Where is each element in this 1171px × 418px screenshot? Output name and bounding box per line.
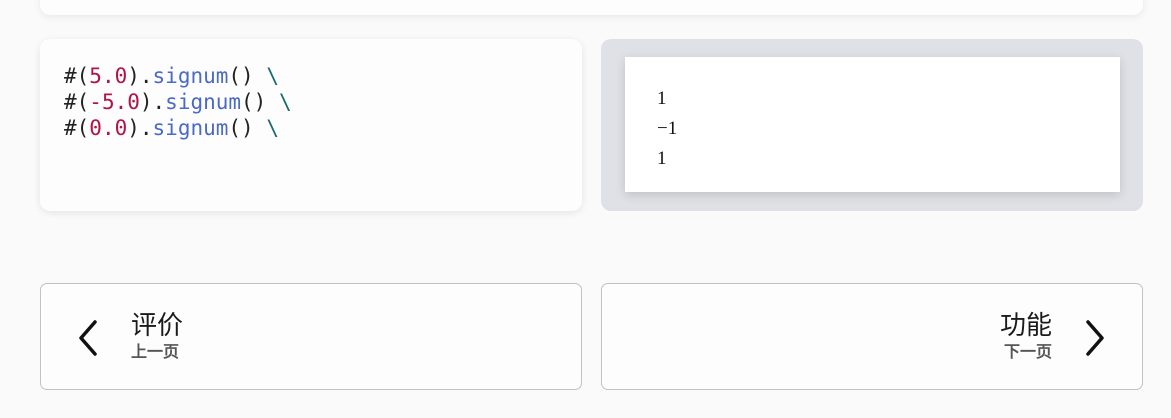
code-token-function: signum [152,116,229,140]
code-token: () [228,64,267,88]
output-line-2: −1 [657,118,678,139]
previous-example-card [40,0,1143,15]
code-token: #( [64,90,90,114]
output-line-1: 1 [657,88,667,109]
code-line-3: #(0.0).signum() \ [64,115,558,141]
previous-page-label: 上一页 [131,342,180,361]
code-token: ). [127,116,153,140]
code-token: ). [139,90,166,114]
output-preview: 1 −1 1 [601,39,1143,211]
previous-page-link[interactable]: 评价 上一页 [40,283,582,390]
chevron-left-icon [79,320,97,356]
code-token-number: 5.0 [89,64,128,88]
code-token: () [241,90,279,114]
previous-page-text: 评价 上一页 [131,310,183,362]
code-line-1: #(5.0).signum() \ [64,63,558,89]
code-example: #(5.0).signum() \ #(-5.0).signum() \ #(0… [40,39,582,211]
code-token: #( [64,64,90,88]
code-token-number: -5.0 [89,90,140,114]
next-page-text: 功能 下一页 [1000,310,1052,362]
code-token-linebreak: \ [278,90,292,114]
chevron-right-icon [1086,320,1104,356]
code-token-function: signum [152,64,229,88]
code-token-linebreak: \ [266,116,279,140]
previous-page-title: 评价 [131,311,184,341]
next-page-title: 功能 [999,311,1052,341]
code-token-function: signum [165,90,242,114]
code-token-number: 0.0 [89,116,128,140]
next-page-label: 下一页 [1003,342,1052,361]
code-token: ). [127,64,153,88]
code-token-linebreak: \ [266,64,279,88]
code-token: () [228,116,267,140]
code-token: #( [64,116,90,140]
output-line-3: 1 [657,148,667,169]
code-line-2: #(-5.0).signum() \ [64,89,558,115]
preview-page: 1 −1 1 [625,57,1120,192]
next-page-link[interactable]: 功能 下一页 [601,283,1143,390]
